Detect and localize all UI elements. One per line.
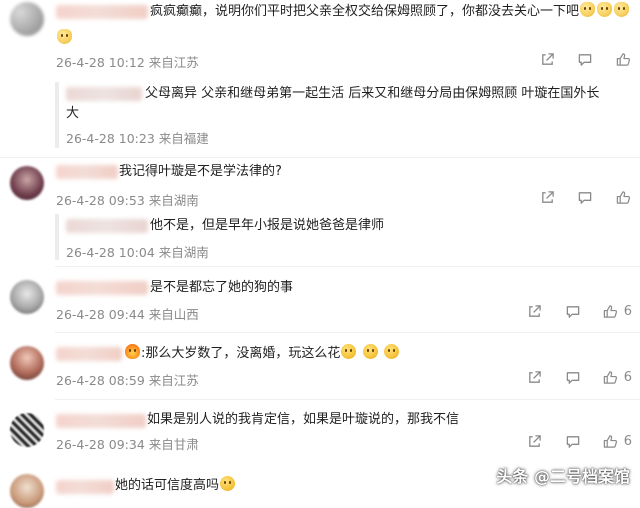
cat-face-emoji-icon (580, 2, 596, 17)
comment-date: 26-4-28 08:59 (56, 373, 145, 388)
like-icon (603, 304, 617, 318)
comment-date: 26-4-28 09:53 (56, 193, 145, 208)
comment-icon[interactable] (564, 369, 582, 385)
comment-date: 26-4-28 09:44 (56, 307, 145, 322)
smile-emoji-icon (383, 344, 399, 359)
reply-username-blurred[interactable] (66, 219, 148, 233)
like-button[interactable]: 6 (602, 370, 632, 385)
like-button[interactable]: 6 (602, 434, 632, 449)
like-icon (603, 434, 617, 448)
reply-location: 来自湖南 (158, 245, 209, 260)
username-blurred[interactable] (56, 480, 114, 494)
comment-text: 如果是别人说的我肯定信，如果是叶璇说的，那我不信 (147, 412, 460, 427)
comment-actions: 6 (526, 369, 632, 385)
comment-text-body: :那么大岁数了，没离婚，玩这么花 (141, 346, 341, 361)
reply-indicator (55, 214, 59, 260)
laughing-emoji-icon (220, 476, 236, 491)
watermark: 头条 @二号档案馆 (496, 467, 630, 486)
comment-location: 来自甘肃 (148, 437, 199, 452)
comment-text: 我记得叶璇是不是学法律的? (119, 164, 282, 179)
smile-emoji-icon (362, 344, 378, 359)
cat-face-emoji-icon (597, 2, 613, 17)
comment-location: 来自江苏 (148, 373, 199, 388)
comment-date: 26-4-28 09:34 (56, 437, 145, 452)
reply-text: 他不是，但是早年小报是说她爸爸是律师 (150, 218, 385, 233)
divider (55, 266, 640, 267)
share-icon[interactable] (538, 189, 556, 205)
like-count: 6 (623, 303, 632, 319)
reply-date: 26-4-28 10:23 (66, 131, 155, 146)
comment-item: 如果是别人说的我肯定信，如果是叶璇说的，那我不信 26-4-28 09:34 来… (0, 409, 640, 465)
comment-icon[interactable] (576, 51, 594, 67)
reply-date: 26-4-28 10:04 (66, 245, 155, 260)
avatar[interactable] (10, 474, 44, 508)
username-blurred[interactable] (56, 165, 118, 179)
comment-text: 她的话可信度高吗 (115, 475, 236, 497)
username-blurred[interactable] (56, 281, 148, 295)
comment-text-body: 她的话可信度高吗 (115, 478, 220, 493)
username-blurred[interactable] (56, 347, 122, 361)
comment-item: 疯疯癫癫，说明你们平时把父亲全权交给保姆照顾了，你都没去关心一下吧 26-4-2… (0, 0, 640, 160)
reply-username-blurred[interactable] (66, 87, 142, 101)
divider (55, 332, 640, 333)
comment-text: 是不是都忘了她的狗的事 (150, 280, 294, 295)
share-icon[interactable] (526, 303, 544, 319)
comment-actions (538, 189, 632, 205)
comment-meta: 26-4-28 08:59 来自江苏 (56, 370, 199, 389)
reply-text: 父母离异 父亲和继母弟第一起生活 后来又和继母分局由保姆照顾 叶璇在国外长 (145, 86, 600, 101)
cat-face-emoji-icon (614, 2, 630, 17)
comment-item: 我记得叶璇是不是学法律的? 26-4-28 09:53 来自湖南 他不是，但是早… (0, 160, 640, 260)
avatar[interactable] (10, 166, 44, 200)
comment-meta: 26-4-28 10:12 来自江苏 (56, 52, 199, 71)
comment-text: 疯疯癫癫，说明你们平时把父亲全权交给保姆照顾了，你都没去关心一下吧 (150, 1, 630, 23)
comment-date: 26-4-28 10:12 (56, 55, 145, 70)
comment-text: :那么大岁数了，没离婚，玩这么花 (124, 343, 400, 365)
cat-face-emoji-icon (57, 29, 72, 44)
username-blurred[interactable] (56, 5, 148, 19)
comment-icon[interactable] (564, 303, 582, 319)
smile-emoji-icon (341, 344, 357, 359)
comment-actions (538, 51, 632, 67)
comment-icon[interactable] (576, 189, 594, 205)
comment-text-body: 疯疯癫癫，说明你们平时把父亲全权交给保姆照顾了，你都没去关心一下吧 (150, 4, 580, 19)
comment-actions: 6 (526, 303, 632, 319)
comment-location: 来自湖南 (148, 193, 199, 208)
divider (55, 399, 640, 400)
reply-meta: 26-4-28 10:23 来自福建 (66, 128, 209, 147)
comment-item: :那么大岁数了，没离婚，玩这么花 26-4-28 08:59 来自江苏 6 (0, 342, 640, 398)
like-icon[interactable] (614, 51, 632, 67)
comment-meta: 26-4-28 09:53 来自湖南 (56, 190, 199, 209)
divider (0, 157, 640, 158)
avatar[interactable] (10, 280, 44, 314)
fire-emoji-icon (125, 344, 140, 359)
comment-item: 是不是都忘了她的狗的事 26-4-28 09:44 来自山西 6 (0, 276, 640, 332)
like-icon (603, 370, 617, 384)
like-button[interactable]: 6 (602, 304, 632, 319)
comment-location: 来自江苏 (148, 55, 199, 70)
like-count: 6 (623, 433, 632, 449)
comment-location: 来自山西 (148, 307, 199, 322)
username-blurred[interactable] (56, 414, 146, 428)
share-icon[interactable] (526, 433, 544, 449)
comment-icon[interactable] (564, 433, 582, 449)
comment-meta: 26-4-28 09:44 来自山西 (56, 304, 199, 323)
comment-meta: 26-4-28 09:34 来自甘肃 (56, 434, 199, 453)
like-count: 6 (623, 369, 632, 385)
share-icon[interactable] (538, 51, 556, 67)
reply-indicator (55, 82, 59, 148)
reply-location: 来自福建 (158, 131, 209, 146)
reply-meta: 26-4-28 10:04 来自湖南 (66, 242, 209, 261)
like-icon[interactable] (614, 189, 632, 205)
share-icon[interactable] (526, 369, 544, 385)
avatar[interactable] (10, 346, 44, 380)
avatar[interactable] (10, 413, 44, 447)
comment-actions: 6 (526, 433, 632, 449)
avatar[interactable] (10, 2, 44, 36)
reply-text-continued: 大 (66, 106, 80, 121)
